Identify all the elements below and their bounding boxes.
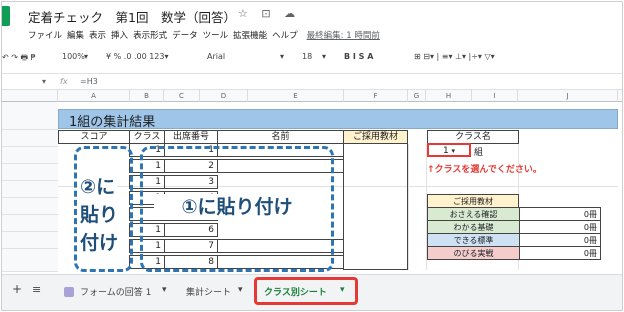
zoom-caret-icon[interactable]: ▾ xyxy=(84,52,88,61)
form-sheet-icon xyxy=(64,287,74,297)
row-header[interactable] xyxy=(2,232,58,249)
class-select-caret-icon[interactable]: ▾ xyxy=(452,147,456,155)
tab-summary[interactable]: 集計シート xyxy=(186,285,231,298)
text-style-buttons[interactable]: B I S A xyxy=(344,52,373,61)
menu-bar: ファイル 編集 表示 挿入 表示形式 データ ツール 拡張機能 ヘルプ 最終編集: 1 時間前 xyxy=(28,29,385,41)
header-material[interactable]: ご採用教材 xyxy=(343,130,408,144)
header-name[interactable]: 名前 xyxy=(217,130,344,144)
class-unit-label: 組 xyxy=(474,148,484,158)
font-size-select[interactable]: 18 xyxy=(302,52,312,61)
menu-file[interactable]: ファイル xyxy=(28,31,62,41)
gridline xyxy=(408,144,409,270)
material-value[interactable]: 0冊 xyxy=(519,207,601,221)
menu-insert[interactable]: 挿入 xyxy=(111,31,128,41)
material-value[interactable]: 0冊 xyxy=(519,233,601,247)
material-value[interactable]: 0冊 xyxy=(519,246,601,260)
material-name[interactable]: のびる実戦 xyxy=(427,246,520,260)
formula-bar: ▾ fx =H3 xyxy=(2,73,622,90)
material-name[interactable]: できる標準 xyxy=(427,233,520,247)
active-tab-highlight xyxy=(254,277,358,305)
number-format-buttons[interactable]: ¥ % .0 .00 123▾ xyxy=(106,52,169,61)
column-header[interactable]: J xyxy=(518,90,618,102)
sheets-logo-icon[interactable] xyxy=(2,6,10,26)
row-header[interactable] xyxy=(2,130,58,147)
row-header[interactable] xyxy=(2,102,58,130)
toolbar: ↶ ↷ 🖶 ₱ 100% ▾ ¥ % .0 .00 123▾ Arial ▾ 1… xyxy=(2,46,622,70)
column-headers: A B C D E F G H I J xyxy=(2,90,622,102)
callout-paste-2-line: ②に xyxy=(78,174,118,200)
callout-paste-1: ①に貼り付け xyxy=(154,194,320,220)
banner-title: 1組の集計結果 xyxy=(69,115,156,130)
header-classname[interactable]: クラス名 xyxy=(427,130,519,144)
menu-tools[interactable]: ツール xyxy=(203,31,229,41)
column-header[interactable]: H xyxy=(426,90,472,102)
column-header[interactable]: D xyxy=(200,90,248,102)
font-select[interactable]: Arial xyxy=(207,52,225,61)
sheet-grid: 1組の集計結果 スコア クラス 出席番号 名前 ご採用教材 クラス名 1 1 1… xyxy=(2,102,622,272)
material-value[interactable]: 0冊 xyxy=(519,220,601,234)
callout-paste-2-line: 貼り xyxy=(78,202,121,228)
menu-help[interactable]: ヘルプ xyxy=(272,31,298,41)
row-header[interactable] xyxy=(2,249,58,272)
tab-caret-icon[interactable]: ▾ xyxy=(238,285,243,295)
menu-format[interactable]: 表示形式 xyxy=(133,31,167,41)
header-score[interactable]: スコア xyxy=(58,130,130,144)
tab-form-responses[interactable]: フォームの回答 1 xyxy=(80,285,151,298)
menu-view[interactable]: 表示 xyxy=(89,31,106,41)
spreadsheet-window: 定着チェック 第1回 数学（回答） ☆ ⊡ ☁ ファイル 編集 表示 挿入 表示形式 デー… xyxy=(1,1,623,311)
cell-ref-caret-icon[interactable]: ▾ xyxy=(42,77,46,86)
last-edit-link[interactable]: 最終編集: 1 時間前 xyxy=(307,31,380,41)
column-header[interactable]: C xyxy=(164,90,200,102)
column-header[interactable]: I xyxy=(472,90,518,102)
font-caret-icon[interactable]: ▾ xyxy=(280,52,284,61)
header-class[interactable]: クラス xyxy=(129,130,165,144)
doc-title[interactable]: 定着チェック 第1回 数学（回答） xyxy=(28,7,236,26)
row-header[interactable] xyxy=(2,181,58,198)
row-header[interactable] xyxy=(2,164,58,181)
column-header[interactable]: E xyxy=(248,90,344,102)
size-caret-icon[interactable]: ▾ xyxy=(322,52,326,61)
summary-banner[interactable]: 1組の集計結果 xyxy=(58,109,618,130)
fx-icon: fx xyxy=(60,77,68,86)
menu-data[interactable]: データ xyxy=(172,31,198,41)
column-header[interactable]: G xyxy=(408,90,426,102)
column-header[interactable]: A xyxy=(58,90,130,102)
instruction-text: ↑クラスを選んでください。 xyxy=(427,165,542,175)
add-sheet-icon[interactable]: + xyxy=(12,282,22,296)
tab-caret-icon[interactable]: ▾ xyxy=(162,285,167,295)
all-sheets-icon[interactable]: ≡ xyxy=(32,283,41,296)
formula-input[interactable]: =H3 xyxy=(80,77,98,86)
menu-edit[interactable]: 編集 xyxy=(67,31,84,41)
layout-tool-buttons[interactable]: ⊞ ⊟▾ | ≡▾ ⊥▾ |÷▾ ▽▾ xyxy=(414,52,495,61)
row-header[interactable] xyxy=(2,215,58,232)
zoom-select[interactable]: 100% xyxy=(62,52,85,61)
undo-redo-print-icons[interactable]: ↶ ↷ 🖶 ₱ xyxy=(2,52,36,66)
material-name[interactable]: わかる基礎 xyxy=(427,220,520,234)
row-header[interactable] xyxy=(2,147,58,164)
column-header[interactable]: F xyxy=(344,90,408,102)
header-number[interactable]: 出席番号 xyxy=(164,130,218,144)
corner-cell[interactable] xyxy=(2,90,58,102)
class-select-value: 1 xyxy=(442,146,449,156)
class-select[interactable]: 1 ▾ xyxy=(427,143,471,157)
menu-extensions[interactable]: 拡張機能 xyxy=(233,31,267,41)
title-actions-icons[interactable]: ☆ ⊡ ☁ xyxy=(238,7,300,20)
material-name[interactable]: おさえる確認 xyxy=(427,207,520,221)
column-header[interactable]: B xyxy=(130,90,164,102)
callout-paste-2-line: 付け xyxy=(78,230,121,256)
material-column[interactable] xyxy=(343,143,408,270)
materials-title[interactable]: ご採用教材 xyxy=(427,194,519,208)
row-header[interactable] xyxy=(2,198,58,215)
